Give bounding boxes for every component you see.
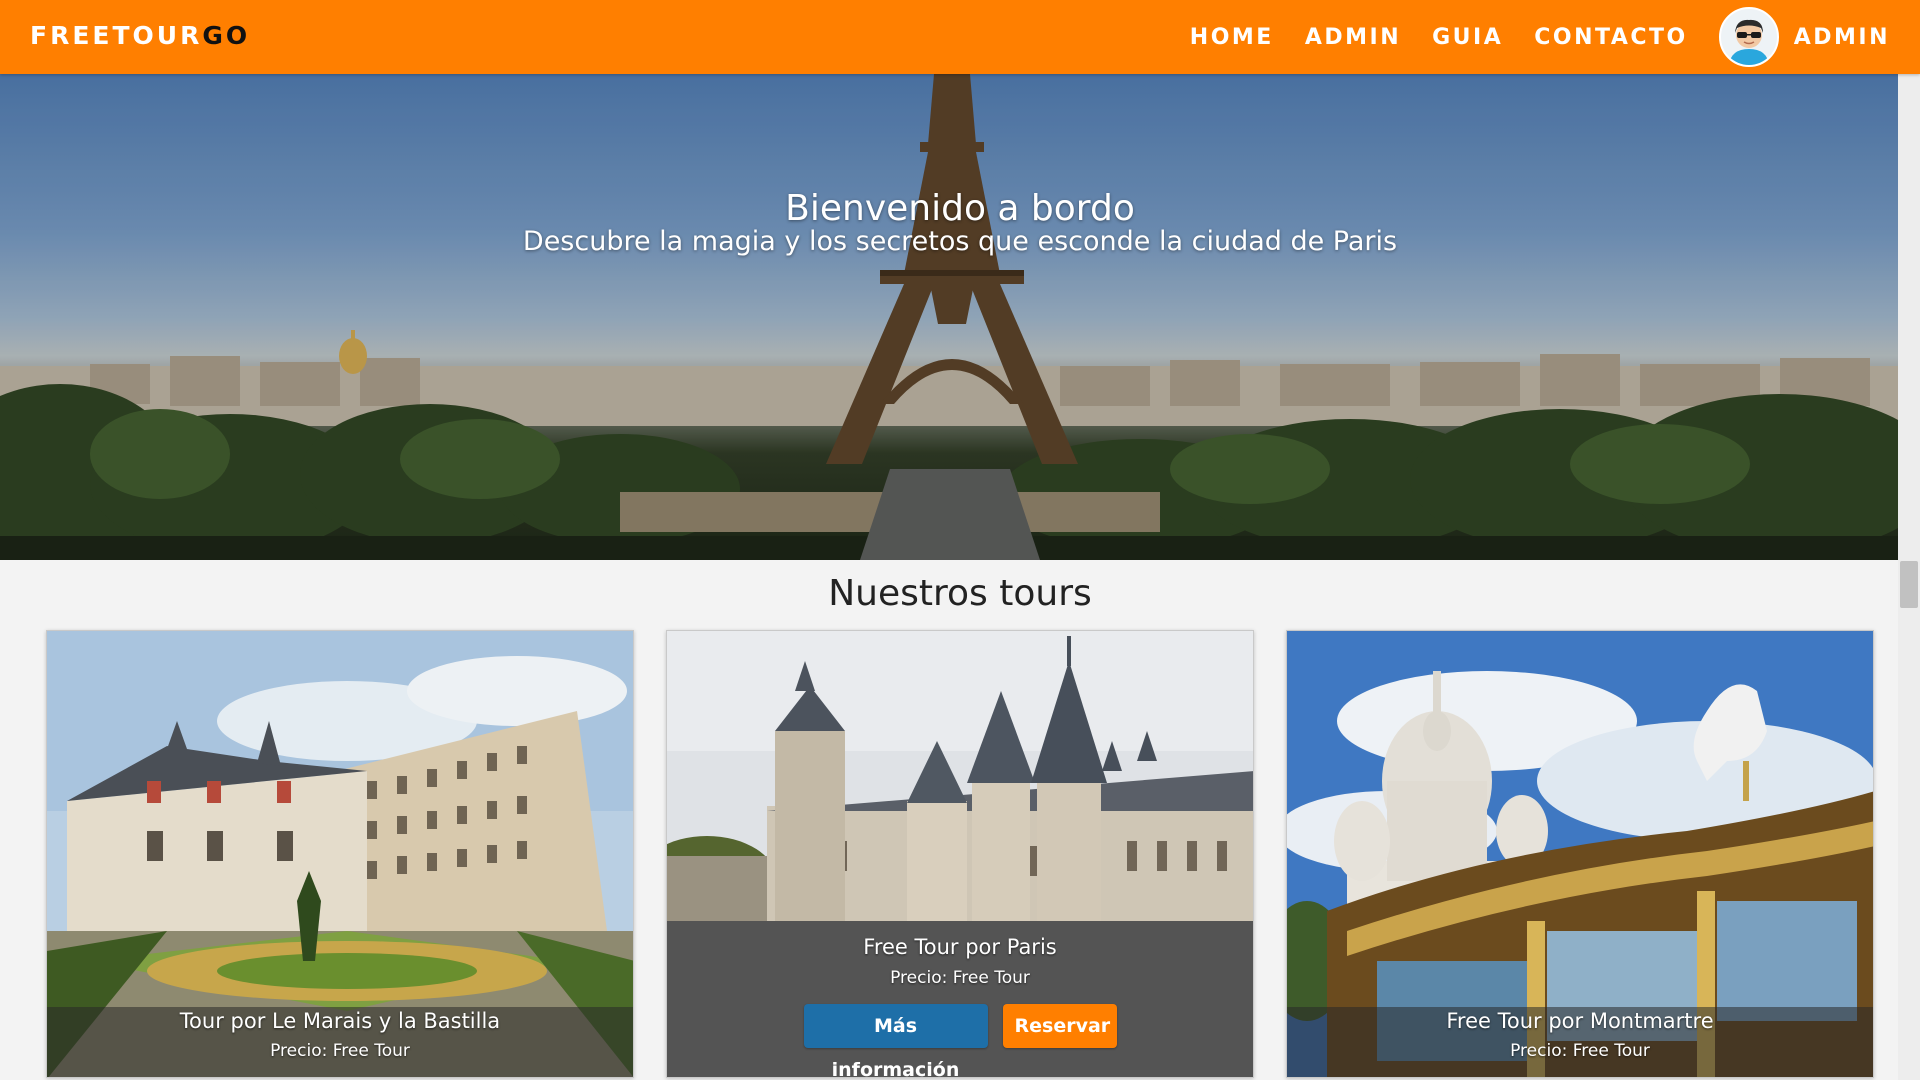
tour-title[interactable]: Free Tour por Montmartre [1287,1007,1873,1033]
hero-image [0,74,1920,560]
tour-card-montmartre[interactable]: Free Tour por Montmartre Precio: Free To… [1286,630,1874,1078]
tour-card-marais[interactable]: Tour por Le Marais y la Bastilla Precio:… [46,630,634,1078]
brand-text-a: FREETOUR [30,21,203,50]
nav-admin[interactable]: ADMIN [1305,25,1401,50]
user-menu[interactable]: ADMIN [1718,7,1890,67]
reserve-button[interactable]: Reservar [1002,1004,1117,1048]
tour-image-paris [667,631,1253,921]
tour-price: Precio: Free Tour [1510,1041,1650,1061]
tour-card-paris[interactable]: Free Tour por Paris Precio: Free Tour Má… [666,630,1254,1078]
card-caption: Tour por Le Marais y la Bastilla Precio:… [47,1007,633,1077]
tour-price: Precio: Free Tour [270,1041,410,1061]
tour-title[interactable]: Tour por Le Marais y la Bastilla [47,1007,633,1033]
hero-title: Bienvenido a bordo [785,188,1135,229]
nav-guia[interactable]: GUIA [1432,25,1503,50]
nav-contacto[interactable]: CONTACTO [1534,25,1687,50]
user-avatar-icon[interactable] [1718,7,1779,67]
card-caption: Free Tour por Montmartre Precio: Free To… [1287,1007,1873,1077]
more-info-button[interactable]: Más información [803,1004,988,1077]
hero-subtitle: Descubre la magia y los secretos que esc… [522,226,1398,257]
tour-title[interactable]: Free Tour por Paris [667,921,1253,959]
page-scrollbar[interactable] [1898,56,1920,1080]
nav-user-label: ADMIN [1793,24,1890,50]
section-heading: Nuestros tours [828,573,1092,614]
scrollbar-thumb[interactable] [1900,561,1918,608]
card-detail-panel: Free Tour por Paris Precio: Free Tour Má… [667,921,1253,1077]
hero-banner: Bienvenido a bordo Descubre la magia y l… [0,74,1920,560]
nav-home[interactable]: HOME [1190,25,1274,50]
brand-text-b: GO [202,21,251,50]
brand-logo[interactable]: FREETOURGO [30,0,250,74]
card-actions: Más información Reservar [667,1004,1253,1077]
tour-price: Precio: Free Tour [890,968,1030,988]
nav-links: HOME ADMIN GUIA CONTACTO ADMIN [1159,0,1890,74]
top-navbar: FREETOURGO HOME ADMIN GUIA CONTACTO ADMI… [0,0,1920,74]
